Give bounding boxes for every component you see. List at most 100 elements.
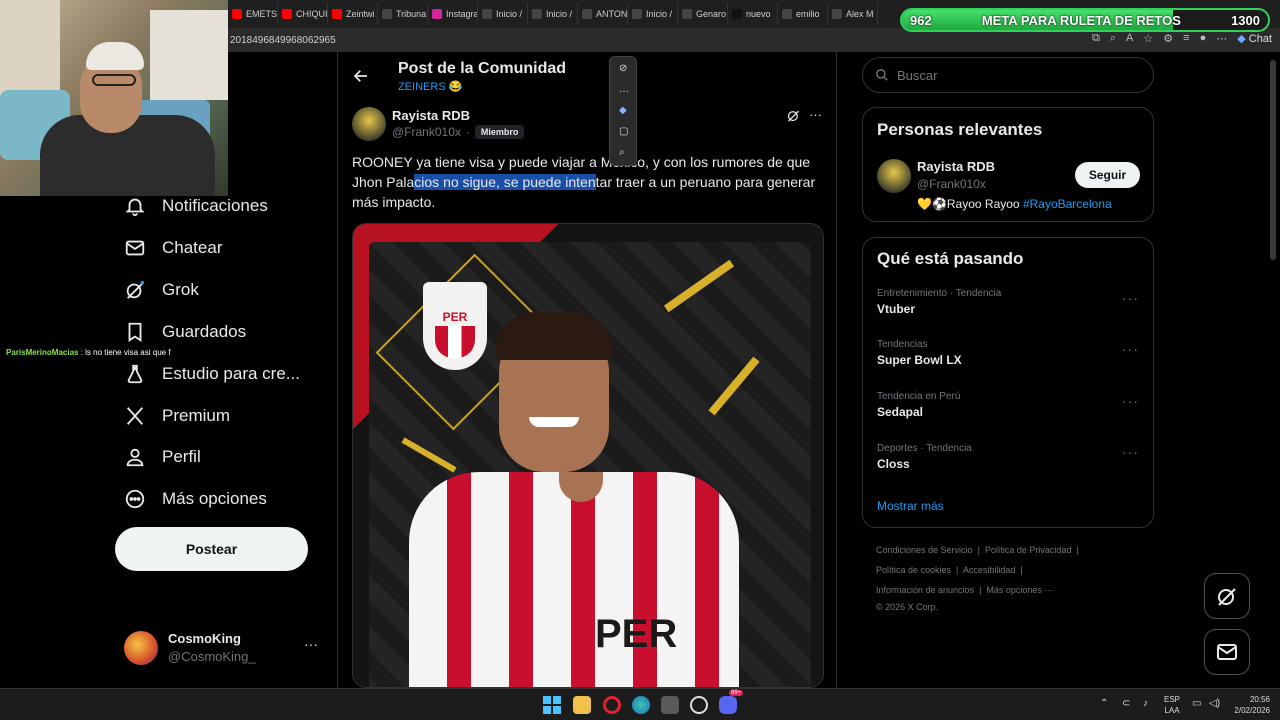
footer-link[interactable]: Accesibilidad	[963, 565, 1016, 575]
community-link[interactable]: ZEINERS 😂	[398, 80, 462, 93]
browser-tab[interactable]: ANTON	[578, 3, 628, 25]
post-media[interactable]: PER PER	[352, 223, 824, 688]
app-icon[interactable]	[661, 696, 679, 714]
grok-icon	[1218, 588, 1236, 606]
grok-float-button[interactable]	[1204, 573, 1250, 619]
trend-item[interactable]: Deportes · Tendencia Closs	[877, 443, 972, 471]
display-icon[interactable]: ▭	[1192, 698, 1201, 709]
footer-link[interactable]: Información de anuncios	[876, 585, 974, 595]
browser-tab[interactable]: Tribuna	[378, 3, 428, 25]
trend-more-icon[interactable]: ···	[1122, 444, 1139, 460]
post-more-icon[interactable]: ···	[809, 107, 822, 122]
network-icon[interactable]: ⊂	[1122, 698, 1130, 709]
search-input[interactable]: Buscar	[862, 57, 1154, 93]
copilot-icon[interactable]: ◆	[619, 105, 627, 116]
footer-link[interactable]: Más opciones ···	[986, 585, 1053, 595]
more-icon[interactable]: …	[619, 84, 629, 95]
author-handle[interactable]: @Frank010x	[392, 125, 461, 139]
discord-icon[interactable]: 99+	[719, 690, 744, 714]
account-switcher[interactable]: CosmoKing @CosmoKing_ ···	[124, 630, 324, 666]
chevron-up-icon[interactable]: ⌃	[1100, 698, 1108, 709]
stream-chat-message: ParisMerinoMacias : ls no tiene visa asi…	[6, 348, 171, 357]
browser-tab[interactable]: Inicio /	[478, 3, 528, 25]
url-text[interactable]: 2018496849968062965	[230, 35, 336, 46]
copilot-chat-button[interactable]: ◆ Chat	[1237, 32, 1272, 45]
browser-tab[interactable]: Zeintwi	[328, 3, 378, 25]
edge-icon[interactable]	[632, 696, 650, 714]
player-jersey: PER	[409, 472, 739, 687]
file-explorer-icon[interactable]	[573, 696, 591, 714]
browser-tab[interactable]: Inicio /	[528, 3, 578, 25]
obs-icon[interactable]	[690, 696, 708, 714]
trend-more-icon[interactable]: ···	[1122, 393, 1139, 409]
player-card-image: PER PER	[369, 242, 811, 687]
trend-more-icon[interactable]: ···	[1122, 290, 1139, 306]
extensions-icon[interactable]: ⚙	[1163, 32, 1173, 45]
search-icon[interactable]: ⌕	[619, 147, 625, 158]
browser-tab[interactable]: Inicio /	[628, 3, 678, 25]
trend-item[interactable]: Entretenimiento · Tendencia Vtuber	[877, 288, 1001, 316]
nav-chatear[interactable]: Chatear	[124, 237, 222, 259]
footer-link[interactable]: Política de cookies	[876, 565, 951, 575]
nav-grok[interactable]: Grok	[124, 279, 199, 301]
back-arrow-icon[interactable]	[352, 67, 370, 85]
read-aloud-icon[interactable]: A	[1126, 32, 1133, 45]
browser-tab[interactable]: nuevo	[728, 3, 778, 25]
relevant-people-panel: Personas relevantes Rayista RDB @Frank01…	[862, 107, 1154, 222]
browser-tab[interactable]: emilio	[778, 3, 828, 25]
favorites-icon[interactable]: ≡	[1183, 32, 1189, 45]
page-scrollbar[interactable]	[1270, 60, 1276, 260]
jersey-text: PER	[595, 612, 678, 656]
windows-start-icon[interactable]	[543, 696, 561, 714]
avatar[interactable]	[877, 159, 911, 193]
show-more-link[interactable]: Mostrar más	[877, 499, 944, 513]
eye-off-icon[interactable]: ⊘	[619, 63, 627, 74]
person-handle[interactable]: @Frank010x	[917, 177, 986, 191]
account-name: CosmoKing	[168, 631, 241, 646]
browser-menu-icon[interactable]: ⋯	[1216, 32, 1227, 45]
messages-float-button[interactable]	[1204, 629, 1250, 675]
browser-tab[interactable]: EMETSU	[228, 3, 278, 25]
follow-button[interactable]: Seguir	[1075, 162, 1140, 188]
browser-tab[interactable]: Genaro	[678, 3, 728, 25]
favorite-star-icon[interactable]: ☆	[1143, 32, 1153, 45]
bio-text: 💛⚽Rayoo Rayoo	[917, 197, 1023, 211]
zoom-icon[interactable]: ⌕	[1110, 32, 1116, 45]
copy-icon[interactable]: ▢	[619, 126, 628, 137]
author-name[interactable]: Rayista RDB	[392, 108, 470, 123]
author-meta: @Frank010x · Miembro	[392, 125, 525, 139]
x-icon	[682, 9, 692, 19]
profile-avatar-icon[interactable]: ●	[1200, 32, 1207, 45]
envelope-icon	[1217, 644, 1237, 660]
browser-tab[interactable]: Instagra	[428, 3, 478, 25]
browser-tab[interactable]: Alex M	[828, 3, 878, 25]
split-screen-icon[interactable]: ⧉	[1092, 32, 1100, 45]
footer-link[interactable]: Política de Privacidad	[985, 545, 1072, 555]
trend-more-icon[interactable]: ···	[1122, 341, 1139, 357]
opera-icon[interactable]	[603, 696, 621, 714]
person-name[interactable]: Rayista RDB	[917, 159, 995, 174]
language-indicator[interactable]: ESP LAA	[1164, 694, 1180, 716]
nav-estudio[interactable]: Estudio para cre...	[124, 363, 300, 385]
x-icon	[632, 9, 642, 19]
trend-item[interactable]: Tendencia en Perú Sedapal	[877, 391, 960, 419]
post-button[interactable]: Postear	[115, 527, 308, 571]
member-badge: Miembro	[474, 125, 525, 139]
mic-icon[interactable]: ♪	[1143, 698, 1148, 709]
author-avatar[interactable]	[352, 107, 386, 141]
nav-mas-opciones[interactable]: Más opciones	[124, 488, 267, 510]
volume-icon[interactable]: ◁)	[1209, 698, 1220, 709]
bio-hashtag[interactable]: #RayoBarcelona	[1023, 197, 1112, 211]
nav-premium[interactable]: Premium	[124, 405, 230, 427]
nav-notificaciones[interactable]: Notificaciones	[124, 195, 268, 217]
more-icon[interactable]: ···	[304, 636, 318, 652]
clock[interactable]: 20:56 2/02/2026	[1228, 694, 1270, 716]
lang-bottom: LAA	[1164, 706, 1180, 715]
grok-analyze-icon[interactable]	[786, 108, 801, 123]
footer-link[interactable]: Condiciones de Servicio	[876, 545, 973, 555]
nav-perfil[interactable]: Perfil	[124, 446, 201, 468]
nav-guardados[interactable]: Guardados	[124, 321, 246, 343]
browser-tab[interactable]: CHIQUI	[278, 3, 328, 25]
nav-label: Estudio para cre...	[162, 364, 300, 383]
trend-item[interactable]: Tendencias Super Bowl LX	[877, 339, 962, 367]
